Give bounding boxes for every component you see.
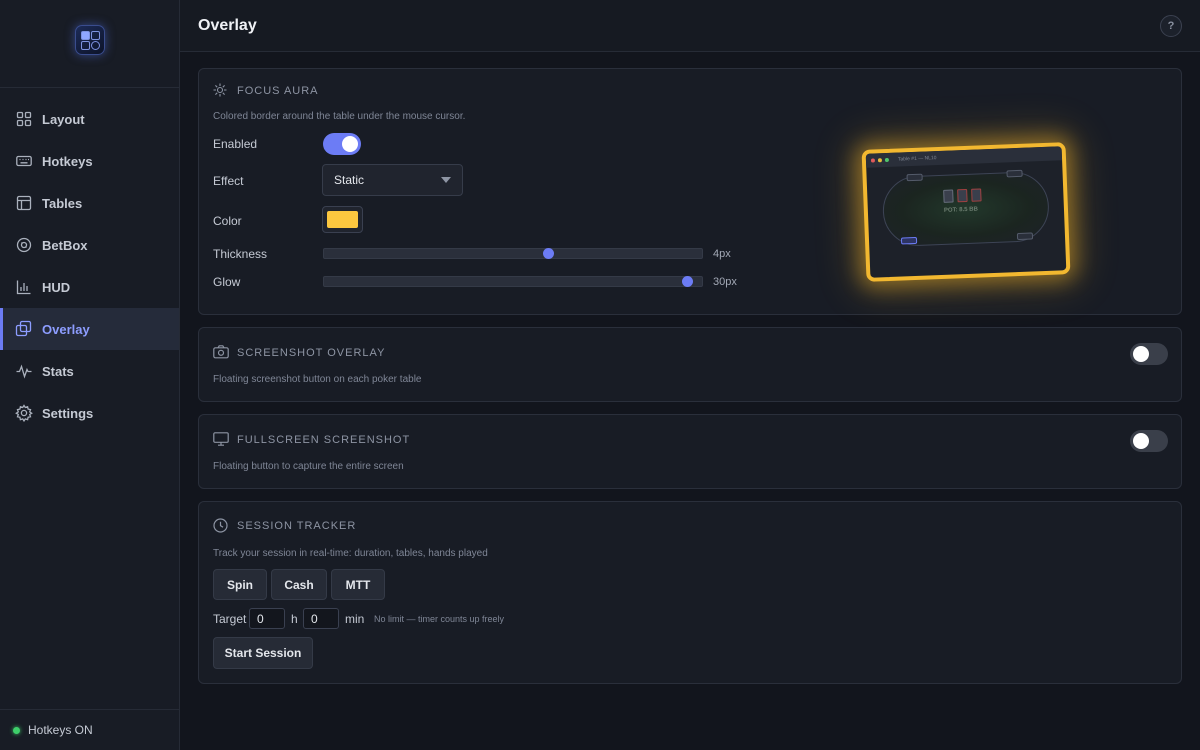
sidebar-item-hotkeys[interactable]: Hotkeys xyxy=(0,140,179,182)
thickness-label: Thickness xyxy=(213,247,268,261)
grid-icon xyxy=(14,109,34,129)
mode-button-cash[interactable]: Cash xyxy=(271,569,327,600)
chip-icon xyxy=(14,235,34,255)
screenshot-overlay-card: SCREENSHOT OVERLAY Floating screenshot b… xyxy=(198,327,1182,402)
card-title-text: FOCUS AURA xyxy=(237,85,319,97)
keyboard-icon xyxy=(14,151,34,171)
fullscreen-screenshot-toggle[interactable] xyxy=(1130,430,1168,452)
monitor-icon xyxy=(213,432,229,448)
sidebar-item-label: Overlay xyxy=(42,321,90,337)
sidebar-item-betbox[interactable]: BetBox xyxy=(0,224,179,266)
sidebar-nav: Layout Hotkeys Tables BetBox HUD Overlay… xyxy=(0,88,179,434)
color-swatch xyxy=(327,211,358,228)
table-icon xyxy=(14,193,34,213)
card-description: Floating screenshot button on each poker… xyxy=(213,374,422,385)
help-button[interactable]: ? xyxy=(1160,15,1182,37)
mode-button-spin[interactable]: Spin xyxy=(213,569,267,600)
sidebar-item-label: HUD xyxy=(42,279,71,295)
mode-button-mtt[interactable]: MTT xyxy=(331,569,385,600)
effect-label: Effect xyxy=(213,174,244,188)
status-dot xyxy=(13,726,20,734)
sidebar-item-settings[interactable]: Settings xyxy=(0,392,179,434)
slider-thumb[interactable] xyxy=(682,276,693,287)
card-title: SCREENSHOT OVERLAY xyxy=(213,345,385,361)
card-title: FULLSCREEN SCREENSHOT xyxy=(213,432,410,448)
sidebar-item-stats[interactable]: Stats xyxy=(0,350,179,392)
card-title: FOCUS AURA xyxy=(213,83,319,99)
glow-label: Glow xyxy=(213,275,241,289)
card-title-text: SESSION TRACKER xyxy=(237,520,357,532)
hours-input[interactable]: 0 xyxy=(249,608,285,629)
card-description: Floating button to capture the entire sc… xyxy=(213,461,404,472)
thickness-slider[interactable] xyxy=(323,248,703,259)
gear-icon xyxy=(14,403,34,423)
sidebar-item-hud[interactable]: HUD xyxy=(0,266,179,308)
color-label: Color xyxy=(213,214,242,228)
sidebar-item-label: Hotkeys xyxy=(42,153,93,169)
sidebar-item-label: BetBox xyxy=(42,237,88,253)
preview-titlebar: Table #1 — NL10 xyxy=(865,146,1063,168)
bar-chart-icon xyxy=(14,277,34,297)
color-picker[interactable] xyxy=(322,206,363,233)
enabled-toggle[interactable] xyxy=(323,133,361,155)
logo-area xyxy=(0,0,179,88)
effect-select[interactable]: Static xyxy=(322,164,463,196)
hotkeys-status-label: Hotkeys ON xyxy=(28,723,93,737)
effect-select-value: Static xyxy=(334,173,365,187)
start-session-button[interactable]: Start Session xyxy=(213,637,313,669)
page-title: Overlay xyxy=(198,16,257,34)
sidebar-item-label: Layout xyxy=(42,111,85,127)
preview-table-title: Table #1 — NL10 xyxy=(897,155,937,163)
sidebar-item-label: Stats xyxy=(42,363,74,379)
minutes-unit: min xyxy=(345,612,365,626)
glow-slider[interactable] xyxy=(323,276,703,287)
sidebar-item-tables[interactable]: Tables xyxy=(0,182,179,224)
aura-preview: Table #1 — NL10 POT: 8.5 BB xyxy=(861,142,1071,282)
camera-icon xyxy=(213,345,229,361)
sidebar-item-label: Settings xyxy=(42,405,94,421)
thickness-value: 4px xyxy=(713,248,731,260)
preview-poker-table: POT: 8.5 BB xyxy=(881,169,1051,248)
page-header: Overlay ? xyxy=(180,0,1200,52)
card-title-text: SCREENSHOT OVERLAY xyxy=(237,347,386,359)
minutes-input[interactable]: 0 xyxy=(303,608,339,629)
enabled-label: Enabled xyxy=(213,137,258,151)
sidebar-item-label: Tables xyxy=(42,195,83,211)
screenshot-overlay-toggle[interactable] xyxy=(1130,343,1168,365)
chevron-down-icon xyxy=(441,177,451,183)
fullscreen-screenshot-card: FULLSCREEN SCREENSHOT Floating button to… xyxy=(198,414,1182,489)
hotkeys-status: Hotkeys ON xyxy=(0,709,179,750)
card-title-text: FULLSCREEN SCREENSHOT xyxy=(237,434,411,446)
focus-aura-card: FOCUS AURA Colored border around the tab… xyxy=(198,68,1182,315)
sidebar: Layout Hotkeys Tables BetBox HUD Overlay… xyxy=(0,0,180,750)
preview-pot: POT: 8.5 BB xyxy=(943,206,979,214)
session-tracker-card: SESSION TRACKER Track your session in re… xyxy=(198,501,1182,684)
card-description: Track your session in real-time: duratio… xyxy=(213,548,488,559)
app-logo[interactable] xyxy=(74,24,105,55)
hours-unit: h xyxy=(291,612,298,626)
clock-icon xyxy=(213,518,229,534)
sidebar-item-overlay[interactable]: Overlay xyxy=(0,308,179,350)
activity-icon xyxy=(14,361,34,381)
layers-icon xyxy=(14,319,34,339)
slider-thumb[interactable] xyxy=(543,248,554,259)
card-title: SESSION TRACKER xyxy=(213,518,356,534)
target-hint: No limit — timer counts up freely xyxy=(374,614,505,624)
card-description: Colored border around the table under th… xyxy=(213,111,466,122)
target-label: Target xyxy=(213,612,247,626)
sidebar-item-layout[interactable]: Layout xyxy=(0,98,179,140)
glow-value: 30px xyxy=(713,276,737,288)
sparkle-icon xyxy=(213,83,229,99)
